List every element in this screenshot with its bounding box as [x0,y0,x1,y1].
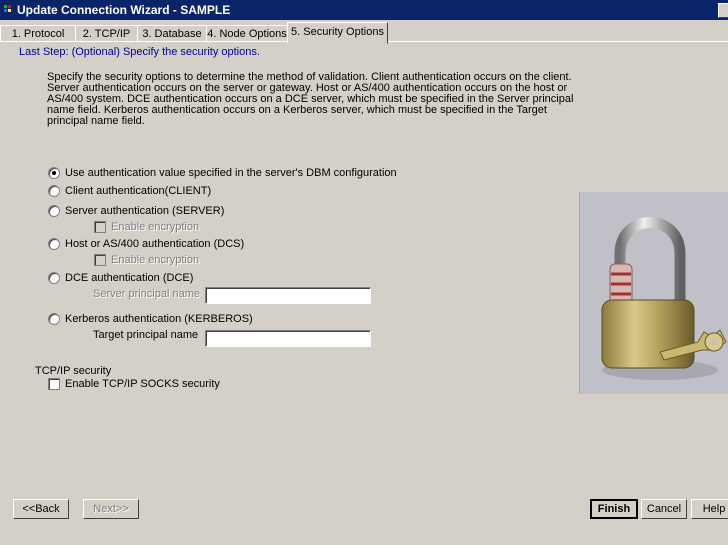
radio-dbm-label: Use authentication value specified in th… [65,167,397,179]
tab-strip: 1. Protocol 2. TCP/IP 3. Database 4. Nod… [0,21,728,44]
help-button[interactable]: Help [691,499,728,519]
radio-button[interactable] [48,272,60,284]
radio-button[interactable] [48,185,60,197]
title-bar[interactable]: Update Connection Wizard - SAMPLE [0,0,728,20]
padlock-with-key-icon [601,217,727,380]
finish-button[interactable]: Finish [590,499,638,519]
server-encryption-label: Enable encryption [111,221,200,233]
radio-button[interactable] [48,205,60,217]
app-icon [4,5,11,12]
radio-client-label: Client authentication(CLIENT) [65,185,212,197]
next-button[interactable]: Next>> [83,499,139,519]
close-button[interactable] [718,3,728,18]
server-principal-label: Server principal name [93,288,200,300]
radio-button[interactable] [48,238,60,250]
description-text: Specify the security options to determin… [47,71,574,127]
checkbox[interactable] [94,254,106,266]
security-illustration [579,192,728,394]
checkbox[interactable] [94,221,106,233]
target-principal-field[interactable] [205,330,371,347]
checkbox[interactable] [48,378,60,390]
host-encryption-label: Enable encryption [111,254,200,266]
tab-security-options[interactable]: 5. Security Options [287,22,388,44]
socks-security-label: Enable TCP/IP SOCKS security [65,378,220,390]
radio-server-label: Server authentication (SERVER) [65,205,225,217]
server-principal-field[interactable] [205,287,371,304]
radio-dce-label: DCE authentication (DCE) [65,272,194,284]
back-button[interactable]: <<Back [13,499,69,519]
tcpip-security-heading: TCP/IP security [35,365,112,377]
next-label: Next>> [93,503,129,515]
radio-button-selected[interactable] [48,167,60,179]
cancel-button[interactable]: Cancel [641,499,687,519]
step-subtitle: Last Step: (Optional) Specify the securi… [19,46,260,58]
target-principal-label: Target principal name [93,329,199,341]
radio-button[interactable] [48,313,60,325]
radio-host-label: Host or AS/400 authentication (DCS) [65,238,245,250]
security-options-panel: Last Step: (Optional) Specify the securi… [0,41,728,492]
radio-kerberos-label: Kerberos authentication (KERBEROS) [65,313,253,325]
window-title: Update Connection Wizard - SAMPLE [17,3,231,17]
